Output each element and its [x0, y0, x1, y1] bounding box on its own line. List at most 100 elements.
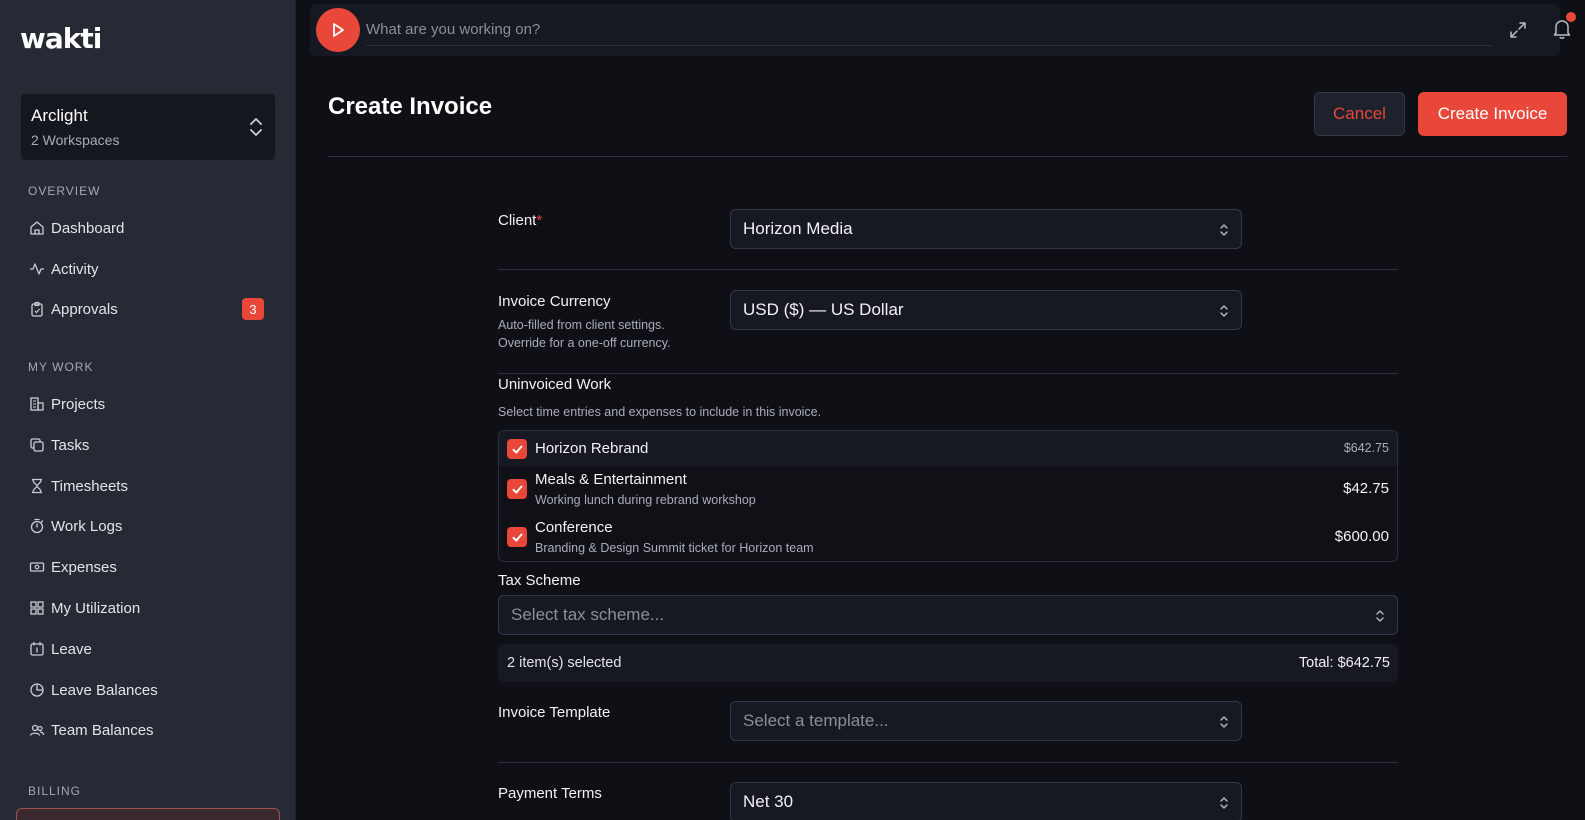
- users-icon: [29, 722, 45, 738]
- notification-dot: [1566, 12, 1576, 22]
- client-label: Client*: [498, 212, 542, 229]
- project-group-amount: $642.75: [1343, 441, 1389, 455]
- project-group-row[interactable]: Horizon Rebrand $642.75: [499, 431, 1397, 466]
- invoice-template-select[interactable]: Select a template...: [730, 701, 1242, 741]
- item-amount: $600.00: [1334, 528, 1389, 545]
- divider: [498, 269, 1398, 270]
- currency-select-value: USD ($) — US Dollar: [743, 300, 904, 319]
- activity-icon: [29, 261, 45, 277]
- header-divider: [328, 156, 1567, 157]
- client-select[interactable]: Horizon Media: [730, 209, 1242, 249]
- payment-terms-label: Payment Terms: [498, 785, 602, 802]
- item-checkbox[interactable]: [507, 479, 527, 499]
- invoice-template-placeholder: Select a template...: [743, 711, 889, 730]
- sidebar-item-label: Team Balances: [51, 721, 154, 739]
- calendar-icon: [29, 641, 45, 657]
- section-my-work: MY WORK: [28, 360, 94, 374]
- sidebar-item-label: Dashboard: [51, 219, 125, 237]
- sidebar-item-label: Approvals: [51, 300, 118, 318]
- list-item[interactable]: Meals & Entertainment Working lunch duri…: [499, 466, 1397, 514]
- item-amount: $42.75: [1343, 480, 1389, 497]
- sidebar-item-team-balances[interactable]: Team Balances: [20, 713, 275, 747]
- clipboard-icon: [29, 301, 45, 317]
- item-checkbox[interactable]: [507, 527, 527, 547]
- sidebar-item-label: Timesheets: [51, 477, 128, 495]
- home-icon: [29, 220, 45, 236]
- timer-bar: [310, 4, 1576, 56]
- group-checkbox[interactable]: [507, 439, 527, 459]
- sidebar-item-my-utilization[interactable]: My Utilization: [20, 591, 275, 625]
- sidebar-item-label: Projects: [51, 395, 106, 413]
- chevron-updown-icon: [1220, 716, 1228, 728]
- create-invoice-button[interactable]: Create Invoice: [1418, 92, 1567, 136]
- check-icon: [512, 445, 522, 453]
- uninvoiced-work-help: Select time entries and expenses to incl…: [498, 405, 822, 419]
- workspace-name: Arclight: [31, 106, 88, 125]
- cancel-button[interactable]: Cancel: [1314, 92, 1405, 136]
- sidebar-item-expenses[interactable]: Expenses: [20, 550, 275, 584]
- check-icon: [512, 533, 522, 541]
- tax-scheme-placeholder: Select tax scheme...: [511, 605, 665, 624]
- client-select-value: Horizon Media: [743, 219, 853, 238]
- sidebar-item-label: Expenses: [51, 558, 117, 576]
- divider: [498, 373, 1398, 374]
- timer-description-input[interactable]: [366, 14, 1492, 46]
- sidebar-item-activity[interactable]: Activity: [20, 252, 275, 286]
- banknote-icon: [29, 559, 45, 575]
- chevron-updown-icon: [1220, 224, 1228, 236]
- expand-icon[interactable]: [1508, 20, 1528, 40]
- uninvoiced-work-list: Horizon Rebrand $642.75 Meals & Entertai…: [498, 430, 1398, 562]
- sidebar-item-projects[interactable]: Projects: [20, 387, 275, 421]
- item-description: Branding & Design Summit ticket for Hori…: [535, 541, 814, 555]
- tasks-icon: [29, 437, 45, 453]
- section-overview: OVERVIEW: [28, 184, 101, 198]
- chevron-updown-icon: [250, 118, 262, 136]
- hourglass-icon: [29, 478, 45, 494]
- sidebar-item-tasks[interactable]: Tasks: [20, 428, 275, 462]
- project-group-title: Horizon Rebrand: [535, 440, 649, 457]
- page-title: Create Invoice: [328, 93, 493, 120]
- tax-scheme-label: Tax Scheme: [498, 572, 581, 589]
- chevron-updown-icon: [1376, 610, 1384, 622]
- section-billing: BILLING: [28, 784, 82, 798]
- required-marker: *: [536, 212, 543, 229]
- payment-terms-select[interactable]: Net 30: [730, 782, 1242, 820]
- sidebar-item-billing-active[interactable]: [16, 808, 280, 820]
- stopwatch-icon: [29, 518, 45, 534]
- sidebar-item-label: Tasks: [51, 436, 90, 454]
- selection-total: Total: $642.75: [1298, 655, 1390, 671]
- sidebar-item-dashboard[interactable]: Dashboard: [20, 211, 275, 245]
- sidebar-item-approvals[interactable]: Approvals 3: [20, 292, 275, 326]
- tax-scheme-select[interactable]: Select tax scheme...: [498, 595, 1398, 635]
- payment-terms-value: Net 30: [743, 792, 794, 811]
- sidebar-item-timesheets[interactable]: Timesheets: [20, 469, 275, 503]
- currency-select[interactable]: USD ($) — US Dollar: [730, 290, 1242, 330]
- sidebar-item-leave[interactable]: Leave: [20, 632, 275, 666]
- currency-help-line-1: Auto-filled from client settings.: [498, 318, 665, 332]
- item-title: Conference: [535, 519, 613, 536]
- check-icon: [512, 485, 522, 493]
- list-item[interactable]: Conference Branding & Design Summit tick…: [499, 514, 1397, 561]
- currency-help-line-2: Override for a one-off currency.: [498, 336, 671, 350]
- sidebar-item-work-logs[interactable]: Work Logs: [20, 509, 275, 543]
- chevron-updown-icon: [1220, 797, 1228, 809]
- item-title: Meals & Entertainment: [535, 471, 687, 488]
- sidebar-item-label: Work Logs: [51, 517, 123, 535]
- divider: [498, 762, 1398, 763]
- currency-label: Invoice Currency: [498, 293, 611, 310]
- selection-summary: 2 item(s) selected Total: $642.75: [498, 644, 1398, 682]
- workspace-switcher[interactable]: Arclight 2 Workspaces: [21, 94, 275, 160]
- grid-icon: [29, 600, 45, 616]
- start-timer-button[interactable]: [316, 8, 360, 52]
- sidebar-item-label: My Utilization: [51, 599, 141, 617]
- play-icon: [333, 23, 344, 37]
- client-label-text: Client: [498, 212, 537, 229]
- workspace-count: 2 Workspaces: [31, 132, 120, 148]
- sidebar-item-label: Leave: [51, 640, 92, 658]
- sidebar-item-label: Activity: [51, 260, 99, 278]
- selected-count: 2 item(s) selected: [507, 655, 622, 671]
- app-logo[interactable]: wakti: [20, 22, 102, 55]
- chevron-updown-icon: [1220, 305, 1228, 317]
- sidebar-item-leave-balances[interactable]: Leave Balances: [20, 673, 275, 707]
- sidebar: wakti Arclight 2 Workspaces OVERVIEW Das…: [0, 0, 296, 820]
